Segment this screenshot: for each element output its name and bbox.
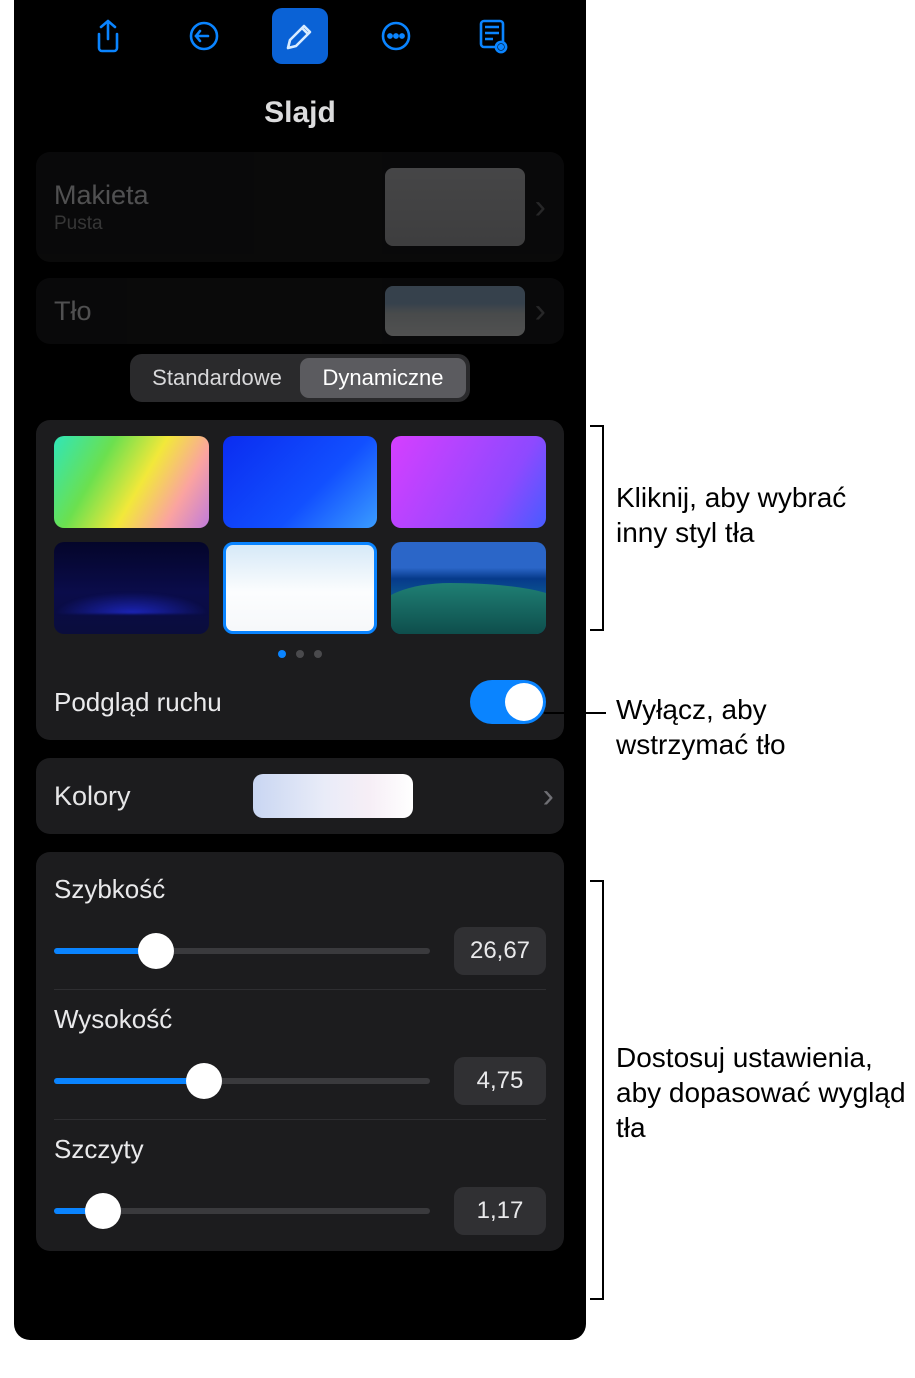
callout-bracket [590, 880, 604, 1300]
callout-sliders: Dostosuj ustawienia, aby dopasować wyglą… [616, 1040, 906, 1145]
bg-type-segmented[interactable]: Standardowe Dynamiczne [130, 354, 470, 402]
background-popover: Standardowe Dynamiczne Podgląd ruchu [36, 344, 564, 1269]
peaks-slider-block: Szczyty 1,17 [54, 1119, 546, 1249]
peaks-value[interactable]: 1,17 [454, 1187, 546, 1235]
layout-sub: Pusta [54, 213, 149, 235]
present-button[interactable] [464, 8, 520, 64]
chevron-right-icon: › [535, 190, 546, 224]
toolbar [14, 0, 586, 72]
seg-dynamic[interactable]: Dynamiczne [300, 358, 466, 398]
chevron-right-icon: › [535, 294, 546, 328]
callout-styles: Kliknij, aby wybrać inny styl tła [616, 480, 896, 550]
layout-thumbnail [385, 168, 525, 246]
motion-preview-label: Podgląd ruchu [54, 687, 222, 718]
slider-thumb[interactable] [138, 933, 174, 969]
swatch-pager[interactable] [54, 650, 546, 658]
background-label: Tło [54, 296, 92, 327]
peaks-slider[interactable] [54, 1208, 430, 1214]
more-button[interactable] [368, 8, 424, 64]
colors-swatch [253, 774, 413, 818]
colors-row[interactable]: Kolory › [36, 758, 564, 834]
speed-value[interactable]: 26,67 [454, 927, 546, 975]
speed-slider-block: Szybkość 26,67 [54, 860, 546, 989]
toggle-knob [505, 683, 543, 721]
layout-label: Makieta [54, 180, 149, 211]
format-button[interactable] [272, 8, 328, 64]
callout-line [544, 712, 606, 714]
bg-swatch-4[interactable] [54, 542, 209, 634]
speed-slider[interactable] [54, 948, 430, 954]
undo-button[interactable] [176, 8, 232, 64]
page-dot-3[interactable] [314, 650, 322, 658]
colors-label: Kolory [54, 781, 131, 812]
bg-swatch-6[interactable] [391, 542, 546, 634]
motion-preview-toggle[interactable] [470, 680, 546, 724]
background-row[interactable]: Tło › [36, 278, 564, 344]
bg-swatch-1[interactable] [54, 436, 209, 528]
swatches-card: Podgląd ruchu [36, 420, 564, 740]
bg-swatch-5-selected[interactable] [223, 542, 378, 634]
height-slider-block: Wysokość 4,75 [54, 989, 546, 1119]
bg-swatch-2[interactable] [223, 436, 378, 528]
panel-title: Slajd [14, 72, 586, 152]
slider-thumb[interactable] [85, 1193, 121, 1229]
chevron-right-icon: › [543, 779, 554, 813]
height-slider[interactable] [54, 1078, 430, 1084]
callout-motion: Wyłącz, aby wstrzymać tło [616, 692, 896, 762]
height-label: Wysokość [54, 1004, 546, 1035]
peaks-label: Szczyty [54, 1134, 546, 1165]
sliders-card: Szybkość 26,67 Wysokość 4,75 [36, 852, 564, 1251]
page-dot-2[interactable] [296, 650, 304, 658]
seg-standard[interactable]: Standardowe [134, 358, 300, 398]
swatch-grid [54, 436, 546, 634]
background-thumbnail [385, 286, 525, 336]
callout-bracket [590, 425, 604, 631]
inspector-panel: Slajd Makieta Pusta › Tło › Standardowe … [14, 0, 586, 1340]
slider-thumb[interactable] [186, 1063, 222, 1099]
share-button[interactable] [80, 8, 136, 64]
speed-label: Szybkość [54, 874, 546, 905]
layout-row[interactable]: Makieta Pusta › [36, 152, 564, 262]
bg-swatch-3[interactable] [391, 436, 546, 528]
page-dot-1[interactable] [278, 650, 286, 658]
height-value[interactable]: 4,75 [454, 1057, 546, 1105]
